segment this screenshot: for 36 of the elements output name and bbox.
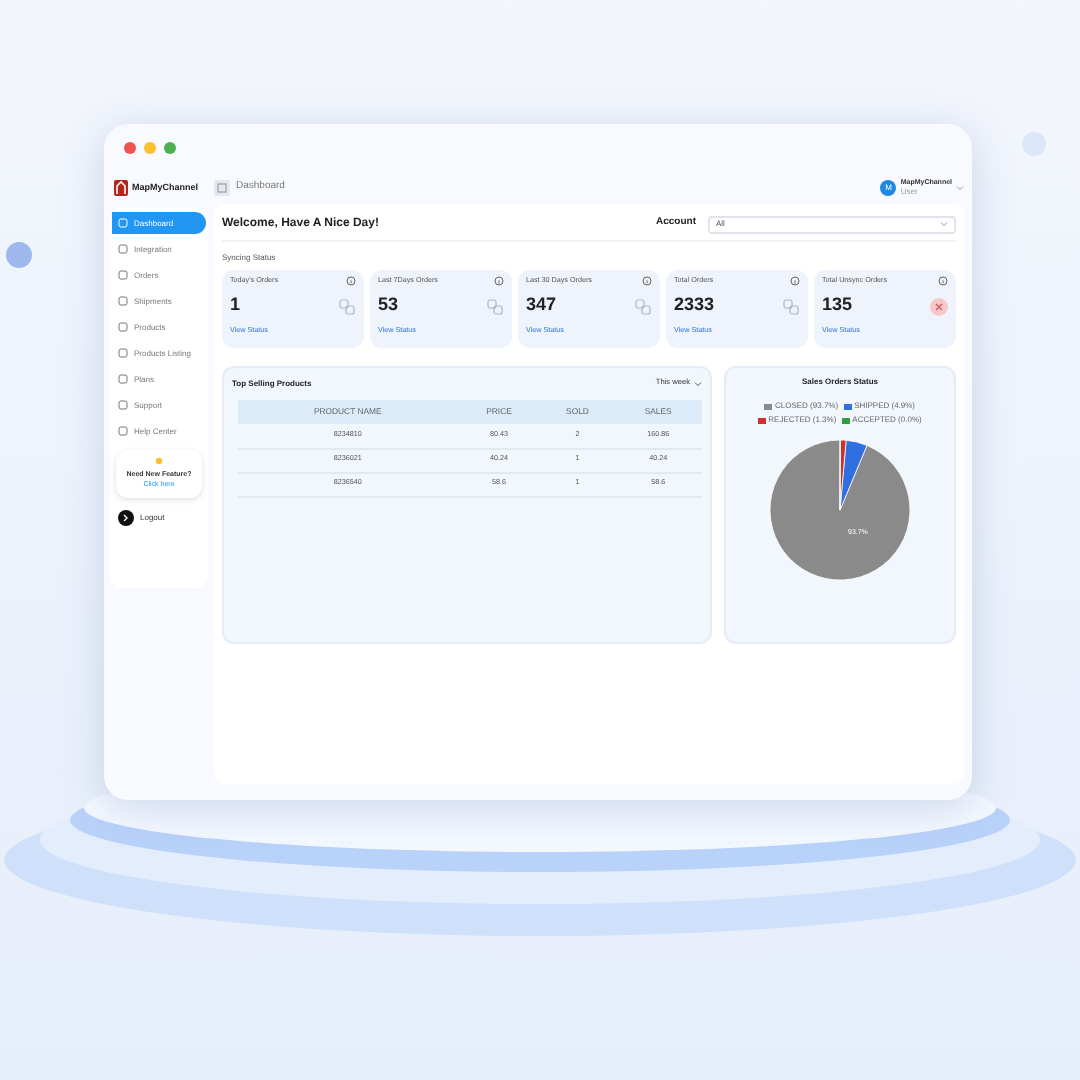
info-icon[interactable]	[938, 276, 948, 287]
arrow-icon	[118, 509, 134, 525]
square-icon	[118, 244, 128, 254]
link-icon	[634, 297, 652, 316]
square-icon	[118, 374, 128, 384]
logo-icon	[114, 180, 128, 196]
info-icon[interactable]	[346, 276, 356, 287]
square-icon	[118, 218, 128, 228]
square-icon	[118, 296, 128, 306]
card-value: 347	[526, 292, 557, 319]
info-icon[interactable]	[494, 276, 504, 287]
info-icon[interactable]	[642, 276, 652, 287]
page-icon	[214, 180, 230, 196]
card-value: 135	[822, 292, 853, 319]
window-control[interactable]	[164, 142, 176, 154]
card-value: 53	[378, 292, 399, 319]
card-value: 2333	[674, 292, 715, 319]
legend-swatch	[842, 417, 851, 423]
card-value: 1	[230, 292, 241, 319]
link-icon	[338, 297, 356, 316]
legend-swatch	[764, 403, 773, 409]
bulb-icon	[154, 456, 164, 466]
square-icon	[118, 426, 128, 436]
window-control[interactable]	[124, 142, 136, 154]
caret-icon	[940, 220, 948, 228]
legend-swatch	[758, 417, 767, 423]
square-icon	[118, 270, 128, 280]
caret-icon	[694, 380, 702, 388]
legend-swatch	[844, 403, 853, 409]
square-icon	[118, 348, 128, 358]
square-icon	[118, 322, 128, 332]
alert-icon	[930, 297, 948, 316]
square-icon	[118, 400, 128, 410]
link-icon	[782, 297, 800, 316]
link-icon	[486, 297, 504, 316]
info-icon[interactable]	[790, 276, 800, 287]
